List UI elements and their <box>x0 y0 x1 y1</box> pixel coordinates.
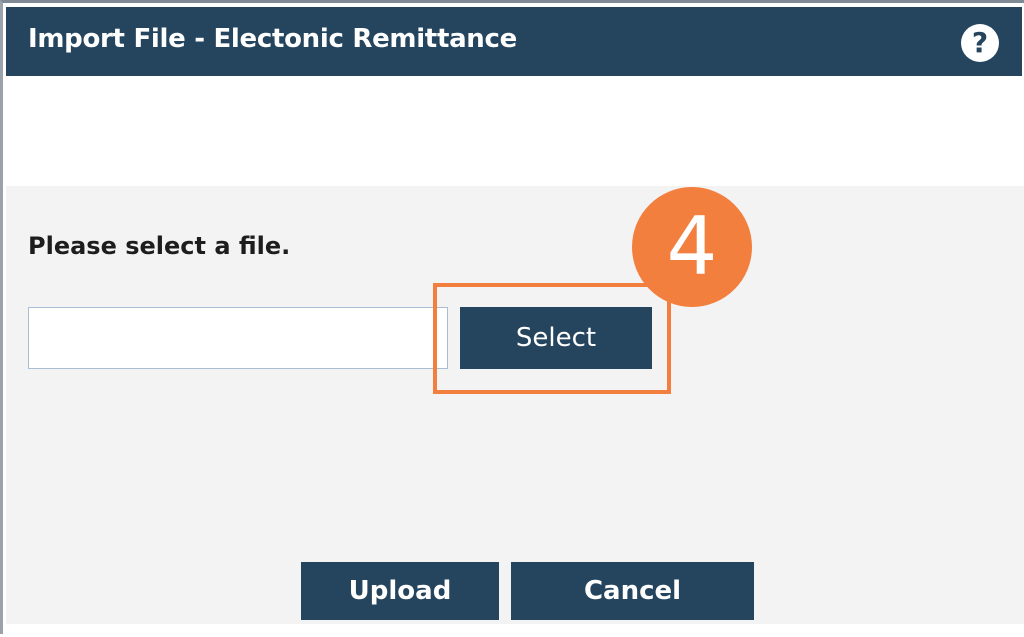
upload-button[interactable]: Upload <box>301 562 499 620</box>
dialog-bottom-edge <box>6 624 1024 637</box>
import-file-dialog: Import File - Electonic Remittance ? Ple… <box>0 0 1024 637</box>
step-number-badge: 4 <box>632 187 752 307</box>
dialog-spacer <box>6 76 1024 186</box>
select-file-prompt: Please select a file. <box>28 232 291 260</box>
file-path-input[interactable] <box>28 307 448 369</box>
dialog-content: Please select a file. Select Upload Canc… <box>6 186 1024 624</box>
cancel-button[interactable]: Cancel <box>511 562 754 620</box>
help-icon[interactable]: ? <box>961 24 999 62</box>
select-button[interactable]: Select <box>460 307 652 369</box>
dialog-title: Import File - Electonic Remittance <box>28 24 517 54</box>
dialog-title-bar: Import File - Electonic Remittance ? <box>6 7 1022 76</box>
